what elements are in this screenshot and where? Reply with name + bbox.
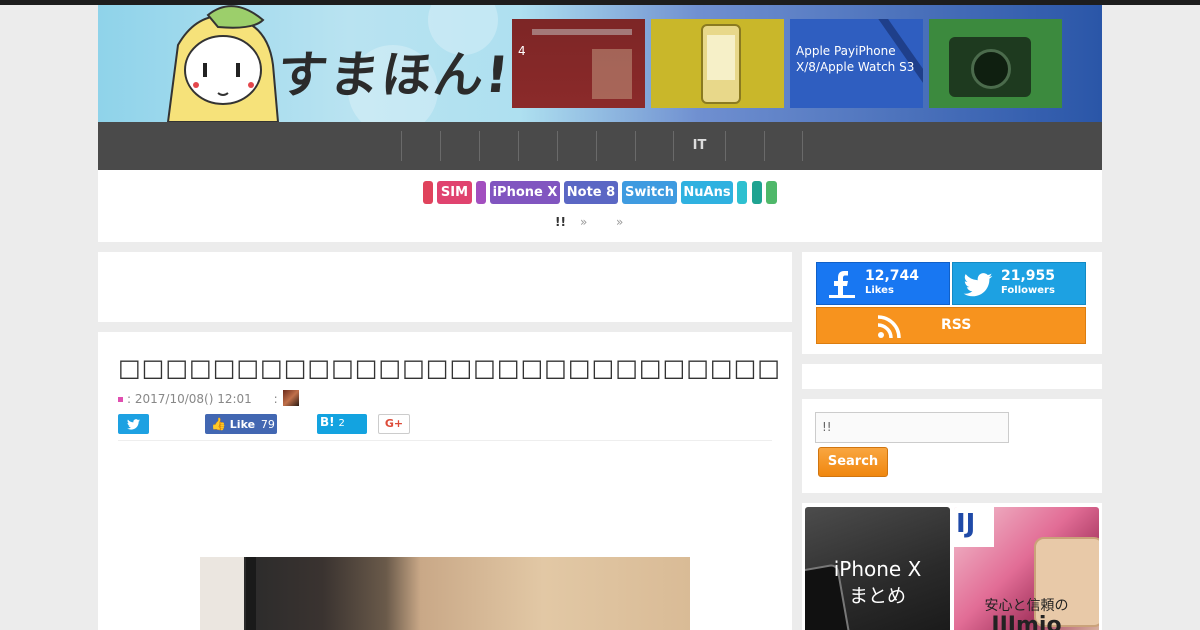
tag-nuans[interactable]: NuAns xyxy=(681,181,733,204)
nav-item-7[interactable] xyxy=(635,131,673,161)
article-date: : 2017/10/08() 12:01 xyxy=(127,392,252,406)
article: □□□□□□□□□□□□□□□□□□□□□□□□□□□□□□□□□□□□ : 2… xyxy=(98,332,792,630)
main-nav: IT xyxy=(98,122,1102,170)
rss-icon xyxy=(877,315,901,339)
nav-item-3[interactable] xyxy=(479,131,518,161)
tag-panel: SIM iPhone X Note 8 Switch NuAns !! » » xyxy=(98,170,1102,242)
article-title: □□□□□□□□□□□□□□□□□□□□□□□□□□□□□□□□□□□□ xyxy=(118,354,778,382)
iijmio-banner[interactable]: IJ 安心と信頼の IIJmio xyxy=(954,507,1099,630)
featured-post-3[interactable]: Apple PayiPhone X/8/Apple Watch S3 xyxy=(790,19,923,108)
tag-9[interactable] xyxy=(752,181,762,204)
facebook-like-button[interactable]: 👍 Like 79 xyxy=(205,414,277,434)
twitter-followers-label: Followers xyxy=(1001,285,1055,296)
nav-item-2[interactable] xyxy=(440,131,479,161)
author-avatar[interactable] xyxy=(283,390,299,406)
nav-item-1[interactable] xyxy=(401,131,440,161)
sidebar-widget-empty xyxy=(802,364,1102,389)
twitter-share-button[interactable] xyxy=(118,414,149,434)
iphone-x-banner-line2: まとめ xyxy=(848,585,906,607)
twitter-icon xyxy=(127,418,140,430)
nav-item-9[interactable] xyxy=(764,131,803,161)
iijmio-banner-line1: 安心と信頼の xyxy=(984,598,1069,614)
nav-item-4[interactable] xyxy=(518,131,557,161)
article-photo xyxy=(200,557,690,630)
featured-post-1[interactable]: 4 xyxy=(512,19,645,108)
site-header: すまほん!! 4 Apple PayiPhone X/8/Apple Watch… xyxy=(98,5,1102,122)
iijmio-banner-line2: IIJmio xyxy=(991,613,1062,630)
nav-item-8[interactable] xyxy=(725,131,764,161)
featured-post-1-caption: 4 xyxy=(518,44,526,58)
tag-switch[interactable]: Switch xyxy=(622,181,677,204)
facebook-follow-button[interactable]: 12,744 Likes xyxy=(816,262,950,305)
hatena-count: 2 xyxy=(338,418,345,429)
rss-label: RSS xyxy=(941,317,972,333)
tag-8[interactable] xyxy=(737,181,747,204)
article-meta: : 2017/10/08() 12:01 : xyxy=(118,392,278,406)
tag-note-8[interactable]: Note 8 xyxy=(564,181,618,204)
author-separator: : xyxy=(273,392,278,406)
mascot-illustration xyxy=(166,5,280,122)
banner-widget: iPhone X まとめ IJ 安心と信頼の IIJmio xyxy=(802,503,1102,630)
featured-post-3-caption: Apple PayiPhone X/8/Apple Watch S3 xyxy=(796,44,915,74)
site-logo[interactable]: すまほん!! xyxy=(274,35,539,107)
search-widget: !! Search xyxy=(802,399,1102,493)
breadcrumb-separator-1: » xyxy=(580,215,588,229)
twitter-bird-icon xyxy=(963,273,993,297)
twitter-followers-count: 21,955 xyxy=(1001,268,1056,284)
facebook-like-label: Like xyxy=(229,418,256,431)
featured-post-4[interactable] xyxy=(929,19,1062,108)
breadcrumb-home[interactable]: !! xyxy=(555,215,566,229)
nav-item-it[interactable]: IT xyxy=(673,131,725,161)
facebook-likes-label: Likes xyxy=(865,285,894,296)
search-input[interactable]: !! xyxy=(815,412,1009,443)
nav-item-6[interactable] xyxy=(596,131,635,161)
nav-item-5[interactable] xyxy=(557,131,596,161)
twitter-follow-button[interactable]: 21,955 Followers xyxy=(952,262,1086,305)
date-marker-icon xyxy=(118,397,123,402)
facebook-likes-count: 12,744 xyxy=(865,268,920,284)
iphone-x-banner[interactable]: iPhone X まとめ xyxy=(805,507,950,630)
tag-sim[interactable]: SIM xyxy=(437,181,472,204)
hatena-bookmark-button[interactable]: B! 2 xyxy=(317,414,367,434)
featured-post-2[interactable] xyxy=(651,19,784,108)
search-button[interactable]: Search xyxy=(818,447,888,477)
ad-slot xyxy=(98,252,792,322)
facebook-icon xyxy=(829,271,855,298)
rss-button[interactable]: RSS xyxy=(816,307,1086,344)
tag-1[interactable] xyxy=(423,181,433,204)
facebook-like-count: 79 xyxy=(260,418,275,431)
tag-iphone-x[interactable]: iPhone X xyxy=(490,181,560,204)
thumbs-up-icon: 👍 xyxy=(211,417,226,431)
iijmio-logo-icon: IJ xyxy=(956,509,976,539)
social-follow-panel: 12,744 Likes 21,955 Followers RSS xyxy=(802,252,1102,354)
hatena-label: B! xyxy=(320,415,335,429)
breadcrumb-separator-2: » xyxy=(616,215,624,229)
tag-10[interactable] xyxy=(766,181,777,204)
google-plus-button[interactable]: G+ xyxy=(378,414,410,434)
tag-3[interactable] xyxy=(476,181,486,204)
article-divider xyxy=(118,440,772,441)
iphone-x-banner-line1: iPhone X xyxy=(833,557,922,581)
